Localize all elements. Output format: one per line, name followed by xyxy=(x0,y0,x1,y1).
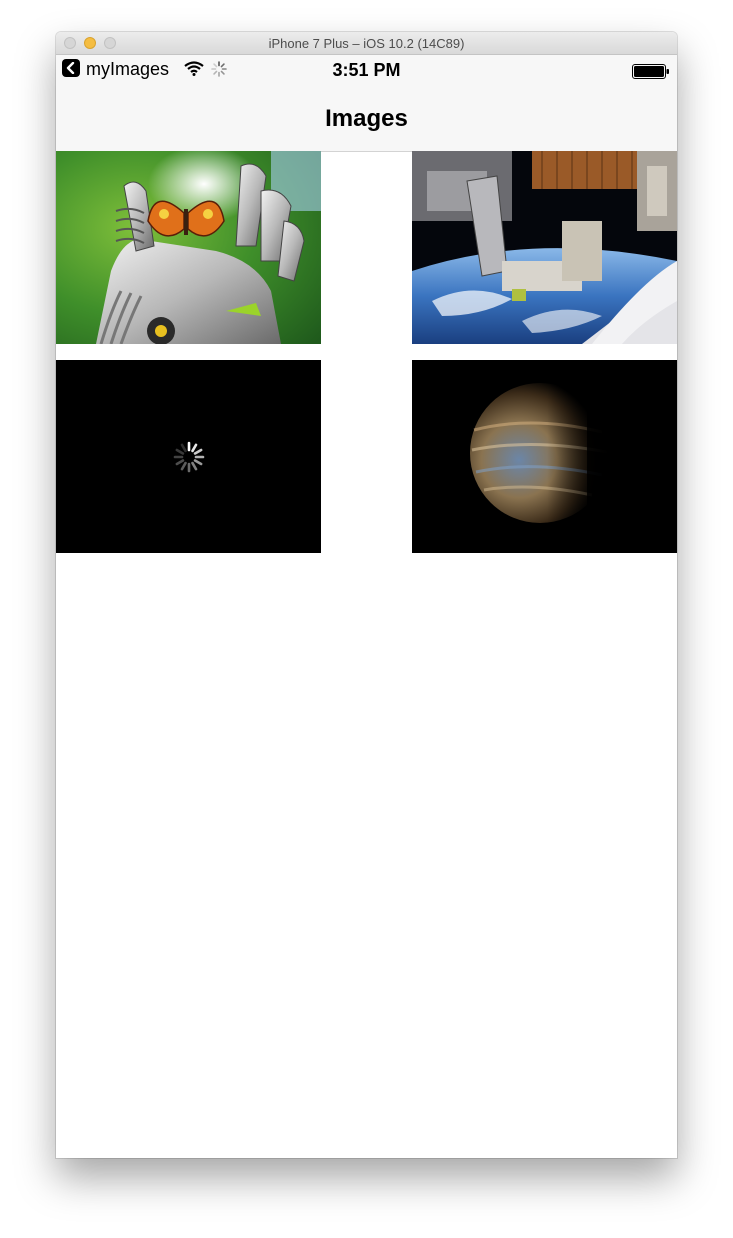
image-cell-robot-hand[interactable] xyxy=(56,151,321,344)
battery-icon xyxy=(632,64,669,79)
nav-title: Images xyxy=(325,105,408,132)
simulator-window: iPhone 7 Plus – iOS 10.2 (14C89) myImage… xyxy=(56,32,677,1158)
navigation-bar: Images xyxy=(56,85,677,152)
image-cell-jupiter[interactable] xyxy=(412,360,677,553)
robot-hand-butterfly-image xyxy=(56,151,321,344)
status-time: 3:51 PM xyxy=(332,60,401,80)
image-cell-loading[interactable] xyxy=(56,360,321,553)
window-titlebar: iPhone 7 Plus – iOS 10.2 (14C89) xyxy=(56,32,677,55)
space-station-image xyxy=(412,151,677,344)
jupiter-planet-image xyxy=(412,360,677,553)
loading-spinner-icon xyxy=(173,441,205,473)
device-screen: myImages 3:51 PM Images xyxy=(56,55,677,1158)
window-title: iPhone 7 Plus – iOS 10.2 (14C89) xyxy=(268,36,465,51)
status-bar: myImages 3:51 PM xyxy=(56,55,677,85)
image-cell-space-station[interactable] xyxy=(412,151,677,344)
